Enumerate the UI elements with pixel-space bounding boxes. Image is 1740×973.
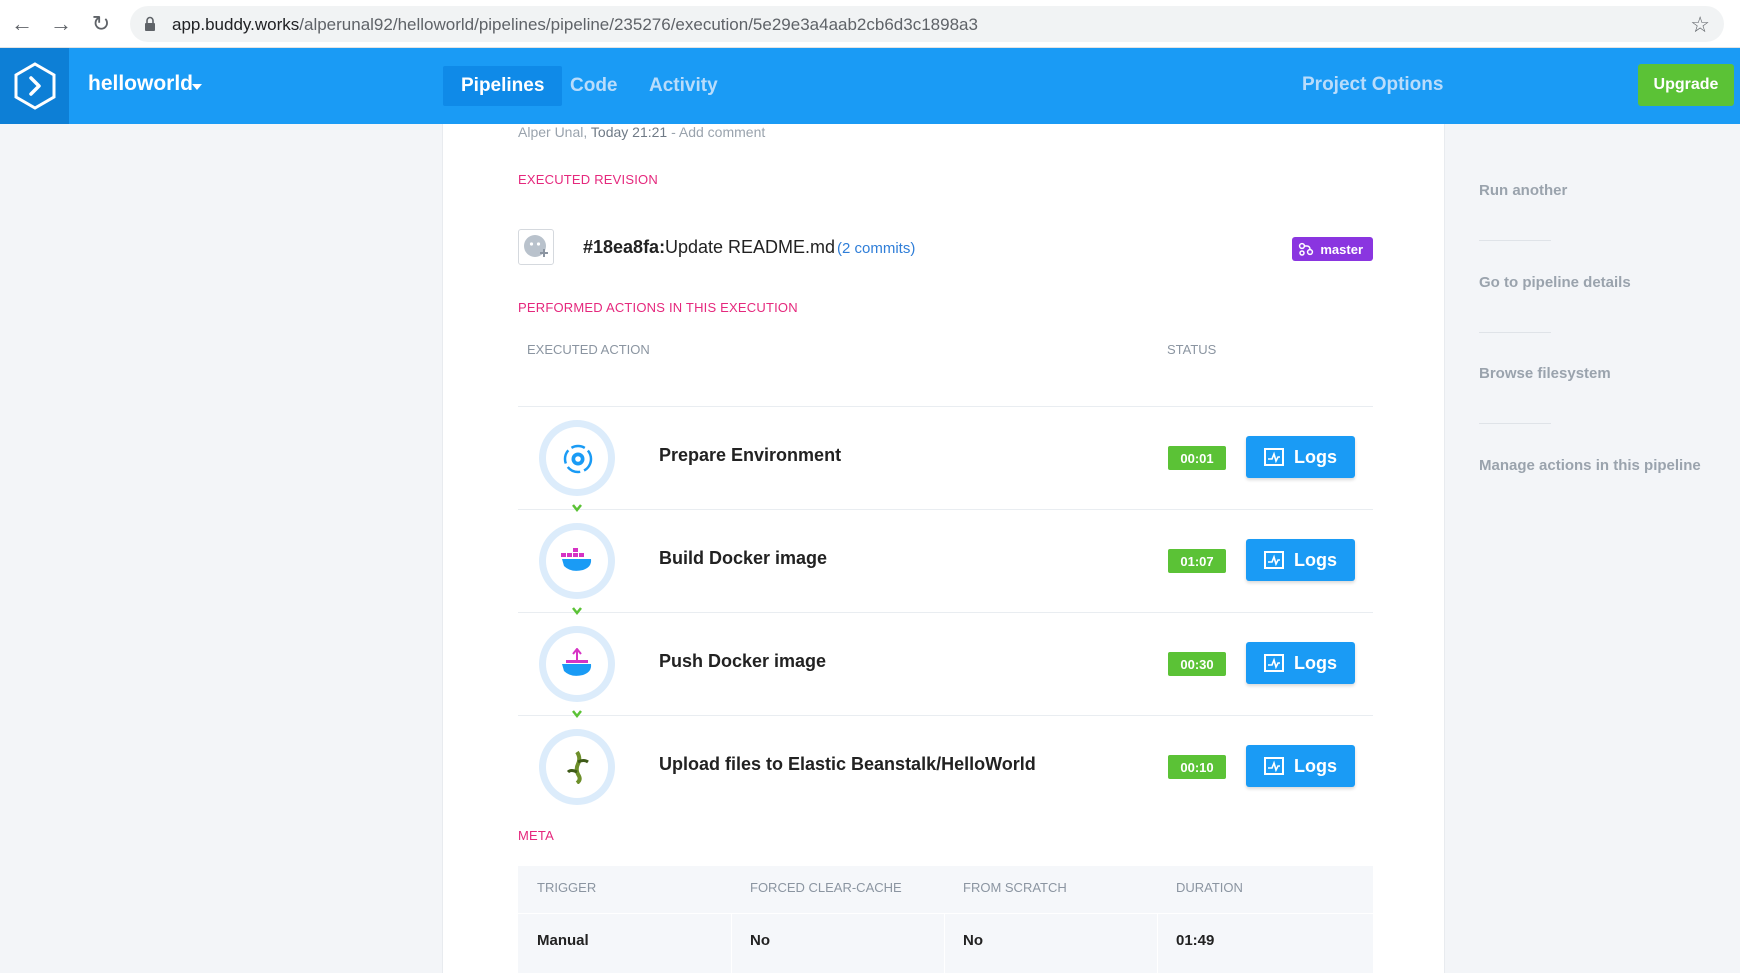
meta-column-divider xyxy=(1157,913,1158,973)
revision-message: Update README.md xyxy=(665,237,836,257)
logs-label: Logs xyxy=(1294,755,1337,776)
lock-icon xyxy=(145,16,155,31)
tab-code[interactable]: Code xyxy=(552,66,636,106)
project-options-link[interactable]: Project Options xyxy=(1302,74,1443,96)
logs-button[interactable]: Logs xyxy=(1246,745,1355,787)
elastic-beanstalk-icon xyxy=(566,750,589,784)
revision-commits-link[interactable]: (2 commits) xyxy=(837,240,915,257)
buddy-logo[interactable] xyxy=(0,48,69,124)
docker-icon xyxy=(561,548,592,571)
meta-value-duration: 01:49 xyxy=(1176,932,1215,949)
browse-filesystem-link[interactable]: Browse filesystem xyxy=(1479,365,1611,382)
logs-button[interactable]: Logs xyxy=(1246,436,1355,478)
pipeline-details-link[interactable]: Go to pipeline details xyxy=(1479,274,1631,291)
author-name: Alper Unal xyxy=(518,124,584,140)
meta-value-from-scratch: No xyxy=(963,932,983,949)
logs-button[interactable]: Logs xyxy=(1246,539,1355,581)
action-row[interactable]: Prepare Environment 00:01 Logs xyxy=(518,406,1373,513)
revision-hash[interactable]: #18ea8fa: xyxy=(583,237,665,258)
tab-activity[interactable]: Activity xyxy=(631,66,736,106)
meta-header-forced-clear-cache: FORCED CLEAR-CACHE xyxy=(750,880,902,895)
meta-value-trigger: Manual xyxy=(537,932,589,949)
executed-revision-title: EXECUTED REVISION xyxy=(518,172,658,187)
meta-value-forced-clear-cache: No xyxy=(750,932,770,949)
browser-toolbar: ← → ↻ app.buddy.works/alperunal92/hellow… xyxy=(0,0,1740,48)
run-another-link[interactable]: Run another xyxy=(1479,182,1567,199)
forward-arrow-icon[interactable]: → xyxy=(47,10,75,38)
action-name[interactable]: Push Docker image xyxy=(659,651,826,672)
logs-chart-icon xyxy=(1264,448,1284,466)
sidebar-divider xyxy=(1479,332,1551,333)
status-duration-badge: 00:10 xyxy=(1168,755,1226,779)
upgrade-button[interactable]: Upgrade xyxy=(1638,64,1734,106)
chevron-down-icon xyxy=(572,710,582,719)
add-comment-link[interactable]: - Add comment xyxy=(671,124,765,140)
status-duration-badge: 01:07 xyxy=(1168,549,1226,573)
meta-column-divider xyxy=(731,913,732,973)
logs-chart-icon xyxy=(1264,551,1284,569)
back-arrow-icon[interactable]: ← xyxy=(8,10,36,38)
meta-table: TRIGGER FORCED CLEAR-CACHE FROM SCRATCH … xyxy=(518,866,1373,973)
avatar xyxy=(518,229,554,265)
actions-list: Prepare Environment 00:01 Logs Build Doc… xyxy=(518,406,1373,818)
project-name[interactable]: helloworld xyxy=(88,72,193,96)
address-bar[interactable]: app.buddy.works/alperunal92/helloworld/p… xyxy=(130,6,1724,42)
url-text: app.buddy.works/alperunal92/helloworld/p… xyxy=(172,15,978,35)
logs-label: Logs xyxy=(1294,549,1337,570)
project-dropdown-caret-icon[interactable] xyxy=(192,84,202,90)
meta-divider xyxy=(518,913,1373,914)
url-path: /alperunal92/helloworld/pipelines/pipeli… xyxy=(299,15,978,34)
col-status: STATUS xyxy=(1167,342,1217,357)
meta-header-from-scratch: FROM SCRATCH xyxy=(963,880,1067,895)
logs-chart-icon xyxy=(1264,654,1284,672)
sidebar-divider xyxy=(1479,423,1551,424)
environment-gear-icon xyxy=(563,444,593,474)
action-name[interactable]: Upload files to Elastic Beanstalk/HelloW… xyxy=(659,754,1036,775)
status-duration-badge: 00:30 xyxy=(1168,652,1226,676)
col-executed-action: EXECUTED ACTION xyxy=(527,342,650,357)
action-name[interactable]: Build Docker image xyxy=(659,548,827,569)
action-row[interactable]: Build Docker image 01:07 Logs xyxy=(518,509,1373,616)
buddy-logo-icon xyxy=(14,62,55,110)
avatar-placeholder-icon xyxy=(524,235,548,257)
status-duration-badge: 00:01 xyxy=(1168,446,1226,470)
action-name[interactable]: Prepare Environment xyxy=(659,445,841,466)
execution-details-panel: Alper Unal, Today 21:21 - Add comment EX… xyxy=(442,124,1445,973)
reload-icon[interactable]: ↻ xyxy=(87,10,115,38)
branch-badge[interactable]: master xyxy=(1292,237,1373,261)
branch-name: master xyxy=(1320,241,1363,257)
manage-actions-link[interactable]: Manage actions in this pipeline xyxy=(1479,457,1701,474)
app-header: helloworld Pipelines Code Activity Proje… xyxy=(0,48,1740,124)
revision-row: #18ea8fa: Update README.md (2 commits) m… xyxy=(518,229,1373,269)
performed-actions-title: PERFORMED ACTIONS IN THIS EXECUTION xyxy=(518,300,798,315)
chevron-down-icon xyxy=(572,504,582,513)
branch-icon xyxy=(1299,242,1314,256)
chevron-down-icon xyxy=(572,607,582,616)
bookmark-star-icon[interactable]: ☆ xyxy=(1690,12,1710,38)
tab-pipelines[interactable]: Pipelines xyxy=(443,66,563,106)
meta-header-trigger: TRIGGER xyxy=(537,880,597,895)
docker-push-icon xyxy=(562,648,592,676)
execution-time: Today 21:21 xyxy=(590,124,668,140)
action-row[interactable]: Upload files to Elastic Beanstalk/HelloW… xyxy=(518,715,1373,818)
meta-title: META xyxy=(518,828,554,843)
execution-author-line: Alper Unal, Today 21:21 - Add comment xyxy=(518,124,766,140)
logs-button[interactable]: Logs xyxy=(1246,642,1355,684)
logs-label: Logs xyxy=(1294,652,1337,673)
meta-header-duration: DURATION xyxy=(1176,880,1243,895)
meta-column-divider xyxy=(944,913,945,973)
url-host: app.buddy.works xyxy=(172,15,300,34)
action-row[interactable]: Push Docker image 00:30 Logs xyxy=(518,612,1373,719)
logs-label: Logs xyxy=(1294,446,1337,467)
logs-chart-icon xyxy=(1264,757,1284,775)
sidebar-divider xyxy=(1479,240,1551,241)
